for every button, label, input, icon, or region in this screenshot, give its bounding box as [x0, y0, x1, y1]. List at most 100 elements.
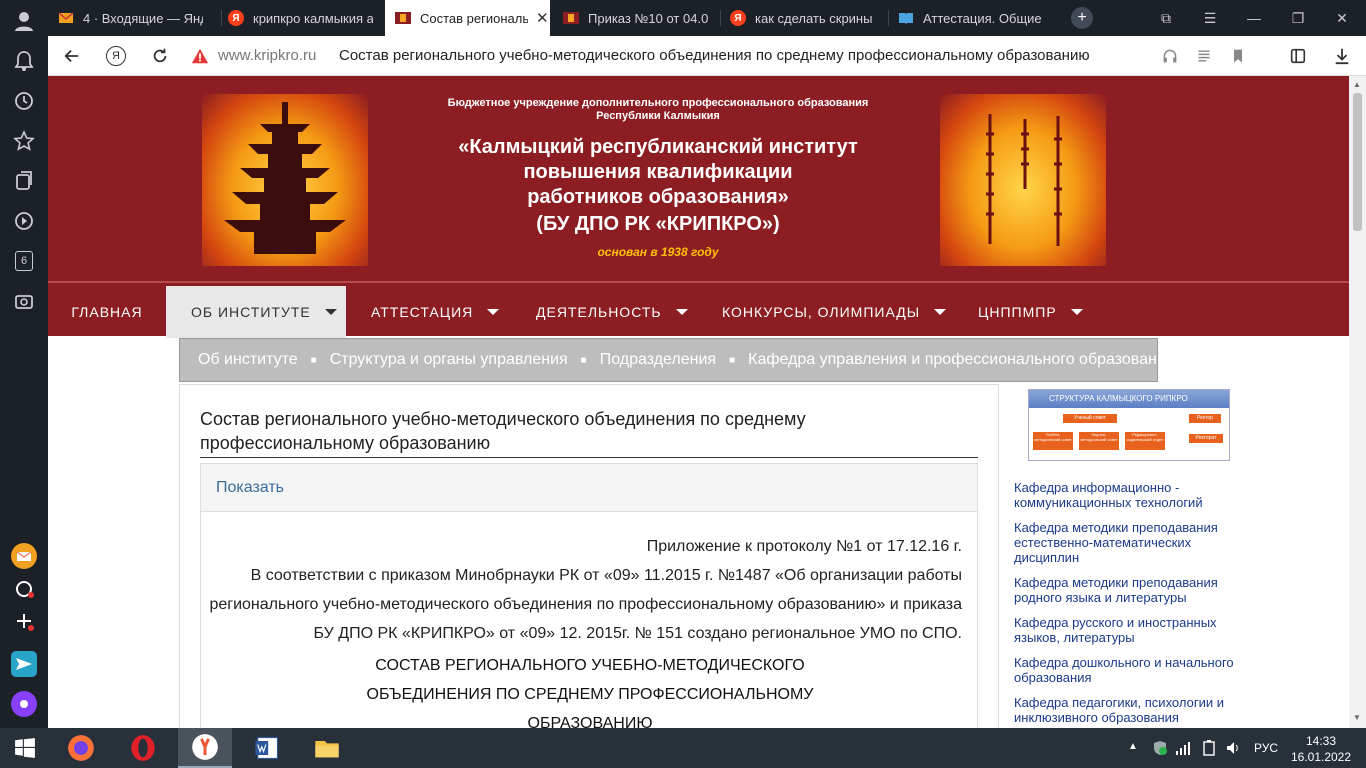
screenshot-camera-icon[interactable] [11, 288, 37, 314]
founded-year: основан в 1938 году [597, 245, 719, 259]
security-shield-icon[interactable] [1152, 740, 1168, 761]
menu-item-contests[interactable]: КОНКУРСЫ, ОЛИМПИАДЫ [697, 286, 953, 338]
reload-icon[interactable] [148, 44, 172, 68]
bookmarks-star-icon[interactable] [11, 128, 37, 154]
menu-item-about[interactable]: ОБ ИНСТИТУТЕ [166, 286, 346, 338]
collections-icon[interactable] [11, 168, 37, 194]
body-text-line: В соответствии с приказом Минобрнауки РК… [250, 567, 962, 584]
add-panel-plus-icon[interactable] [11, 608, 37, 634]
history-icon[interactable] [11, 88, 37, 114]
structure-title: СТРУКТУРА КАЛМЫЦКОГО РИПКРО [1029, 390, 1229, 408]
structure-diagram-image[interactable]: СТРУКТУРА КАЛМЫЦКОГО РИПКРО Ученый совет… [1028, 389, 1230, 461]
diagram-box: Ректорат [1189, 434, 1223, 443]
sidebar-link[interactable]: Кафедра информационно - коммуникационных… [1014, 480, 1254, 510]
keyboard-language[interactable]: РУС [1254, 741, 1278, 755]
page-scrollbar[interactable]: ▲ ▼ [1349, 76, 1366, 728]
dropdown-caret-icon [934, 309, 947, 315]
tab-separator [720, 10, 721, 26]
restore-icon[interactable]: ❐ [1276, 0, 1320, 36]
body-text-line: регионального учебно-методического объед… [209, 596, 962, 613]
tab-mail[interactable]: 4 · Входящие — Янд [58, 0, 223, 36]
tab-title: Приказ №10 от 04.0 [588, 10, 708, 26]
url-domain[interactable]: www.kripkro.ru [218, 47, 316, 64]
close-tab-icon[interactable]: ✕ [536, 9, 549, 27]
tab-separator [221, 10, 222, 26]
alice-assistant-icon[interactable] [11, 691, 37, 717]
sidebar-link[interactable]: Кафедра дошкольного и начального образов… [1014, 655, 1254, 685]
extensions-icon[interactable] [1286, 44, 1310, 68]
menu-label: КОНКУРСЫ, ОЛИМПИАДЫ [722, 304, 921, 320]
send-app-icon[interactable] [11, 651, 37, 677]
url-page-title[interactable]: Состав регионального учебно-методическог… [339, 47, 1090, 64]
tab-active-sostav[interactable]: Состав региональ ✕ [385, 0, 550, 36]
headphones-icon[interactable] [1158, 44, 1182, 68]
tray-overflow-chevron-icon[interactable]: ▲ [1128, 741, 1138, 752]
show-spoiler-toggle[interactable]: Показать [201, 464, 977, 512]
sidebar-link[interactable]: Кафедра методики преподавания естественн… [1014, 520, 1254, 565]
tab-list-icon[interactable]: ⧉ [1144, 0, 1188, 36]
insecure-warning-icon[interactable] [188, 44, 212, 68]
menu-item-home[interactable]: ГЛАВНАЯ [48, 286, 166, 338]
video-play-icon[interactable] [11, 208, 37, 234]
close-window-icon[interactable]: ✕ [1320, 0, 1364, 36]
yandex-browser-icon[interactable] [178, 728, 232, 768]
battery-icon[interactable] [1201, 740, 1217, 761]
tab-prikaz[interactable]: Приказ №10 от 04.0 [563, 0, 718, 36]
org-title-1: «Калмыцкий республиканский институт [458, 136, 858, 158]
breadcrumb-link[interactable]: Подразделения [600, 351, 716, 369]
menu-label: ДЕЯТЕЛЬНОСТЬ [536, 304, 662, 320]
sidebar-link[interactable]: Кафедра русского и иностранных языков, л… [1014, 615, 1254, 645]
dropdown-caret-icon [324, 309, 337, 315]
tab-search-screenshot[interactable]: Я как сделать скрины [730, 0, 885, 36]
minimize-icon[interactable]: — [1232, 0, 1276, 36]
article-panel: Состав регионального учебно-методическог… [179, 384, 999, 728]
messenger-app-icon[interactable] [11, 576, 37, 602]
breadcrumb-link[interactable]: Об институте [198, 351, 298, 369]
file-explorer-icon[interactable] [300, 728, 354, 768]
menu-label: ГЛАВНАЯ [71, 304, 143, 320]
yandex-home-icon[interactable]: Я [104, 44, 128, 68]
breadcrumb-current: Кафедра управления и профессионального о… [748, 351, 1175, 368]
download-icon[interactable] [1330, 44, 1354, 68]
body-text-line: БУ ДПО РК «КРИПКРО» от «09» 12. 2015г. №… [313, 625, 962, 642]
menu-hamburger-icon[interactable]: ☰ [1188, 0, 1232, 36]
scroll-down-arrow-icon[interactable]: ▼ [1353, 713, 1361, 722]
spoiler-block: Показать Приложение к протоколу №1 от 17… [200, 463, 978, 728]
sidebar-link[interactable]: Кафедра педагогики, психологии и инклюзи… [1014, 695, 1254, 725]
opera-icon[interactable] [116, 728, 170, 768]
diagram-box: Ученый совет [1063, 414, 1117, 423]
network-signal-icon[interactable] [1176, 741, 1192, 760]
pagoda-image [202, 94, 368, 266]
menu-item-activity[interactable]: ДЕЯТЕЛЬНОСТЬ [511, 286, 697, 338]
breadcrumb-link[interactable]: Структура и органы управления [330, 351, 568, 369]
article-title: Состав регионального учебно-методическог… [200, 407, 978, 458]
page-viewport: Бюджетное учреждение дополнительного про… [48, 76, 1349, 728]
browser-sidebar: 6 [0, 0, 48, 728]
volume-icon[interactable] [1225, 740, 1241, 761]
tab-search-kripkro[interactable]: Я крипкро калмыкия а [228, 0, 388, 36]
tab-attestation[interactable]: Аттестация. Общие с [898, 0, 1053, 36]
scroll-thumb[interactable] [1353, 93, 1362, 231]
back-arrow-icon[interactable] [60, 44, 84, 68]
menu-item-attestation[interactable]: АТТЕСТАЦИЯ [346, 286, 511, 338]
profile-icon[interactable] [11, 8, 37, 34]
sidebar-link[interactable]: Кафедра методики преподавания родного яз… [1014, 575, 1254, 605]
book-icon [898, 10, 914, 26]
right-sidebar: СТРУКТУРА КАЛМЫЦКОГО РИПКРО Ученый совет… [1014, 384, 1264, 728]
bookmark-icon[interactable] [1226, 44, 1250, 68]
word-icon[interactable] [240, 728, 294, 768]
firefox-icon[interactable] [54, 728, 108, 768]
clock-time[interactable]: 14:33 [1294, 734, 1348, 748]
reader-mode-icon[interactable] [1192, 44, 1216, 68]
clock-date[interactable]: 16.01.2022 [1290, 750, 1352, 764]
counter-badge-icon[interactable]: 6 [11, 248, 37, 274]
new-tab-plus-icon[interactable]: + [1071, 7, 1093, 29]
mail-app-icon[interactable] [11, 543, 37, 569]
section-heading: ОБРАЗОВАНИЮ [527, 715, 653, 728]
scroll-up-arrow-icon[interactable]: ▲ [1353, 80, 1361, 89]
diagram-box: Редакционно-издательский отдел [1125, 432, 1165, 450]
menu-item-cnppmpr[interactable]: ЦНППМПР [953, 286, 1103, 338]
windows-start-icon[interactable] [0, 728, 50, 768]
bell-icon[interactable] [11, 48, 37, 74]
breadcrumb-separator-icon: ■ [729, 354, 736, 366]
